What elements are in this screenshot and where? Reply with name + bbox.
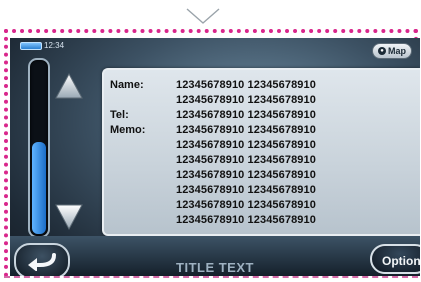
device-screen: 12:34 ● Map Name: 12345678910 1234567891…: [10, 38, 420, 276]
row-value: 12345678910 12345678910: [176, 199, 316, 211]
option-button[interactable]: Option: [370, 244, 420, 274]
row-label: Name:: [110, 79, 144, 91]
row-value: 12345678910 12345678910: [176, 169, 316, 181]
scroll-down-arrow-icon[interactable]: [54, 203, 84, 231]
row-value: 12345678910 12345678910: [176, 109, 316, 121]
screen-title: TITLE TEXT: [176, 260, 254, 275]
row-value: 12345678910 12345678910: [176, 94, 316, 106]
row-label: Tel:: [110, 109, 129, 121]
map-button[interactable]: ● Map: [372, 43, 412, 59]
scroll-slider[interactable]: [28, 58, 50, 238]
row-value: 12345678910 12345678910: [176, 79, 316, 91]
status-bar: 12:34 ● Map: [10, 38, 420, 60]
row-value: 12345678910 12345678910: [176, 139, 316, 151]
contact-details-panel: Name: 12345678910 12345678910 1234567891…: [102, 68, 420, 236]
chevron-down-icon: [186, 8, 220, 24]
row-value: 12345678910 12345678910: [176, 214, 316, 226]
slider-fill: [32, 141, 46, 234]
map-icon: ●: [378, 47, 386, 55]
row-label: Memo:: [110, 124, 146, 136]
scroll-up-arrow-icon[interactable]: [54, 72, 84, 100]
clock: 12:34: [44, 41, 65, 50]
frame-bottom-border: [4, 276, 418, 278]
row-value: 12345678910 12345678910: [176, 124, 316, 136]
frame-top-border: [4, 29, 418, 33]
map-button-label: Map: [388, 46, 406, 56]
row-value: 12345678910 12345678910: [176, 184, 316, 196]
frame-left-border: [4, 29, 8, 277]
battery-icon: [20, 42, 42, 50]
row-value: 12345678910 12345678910: [176, 154, 316, 166]
